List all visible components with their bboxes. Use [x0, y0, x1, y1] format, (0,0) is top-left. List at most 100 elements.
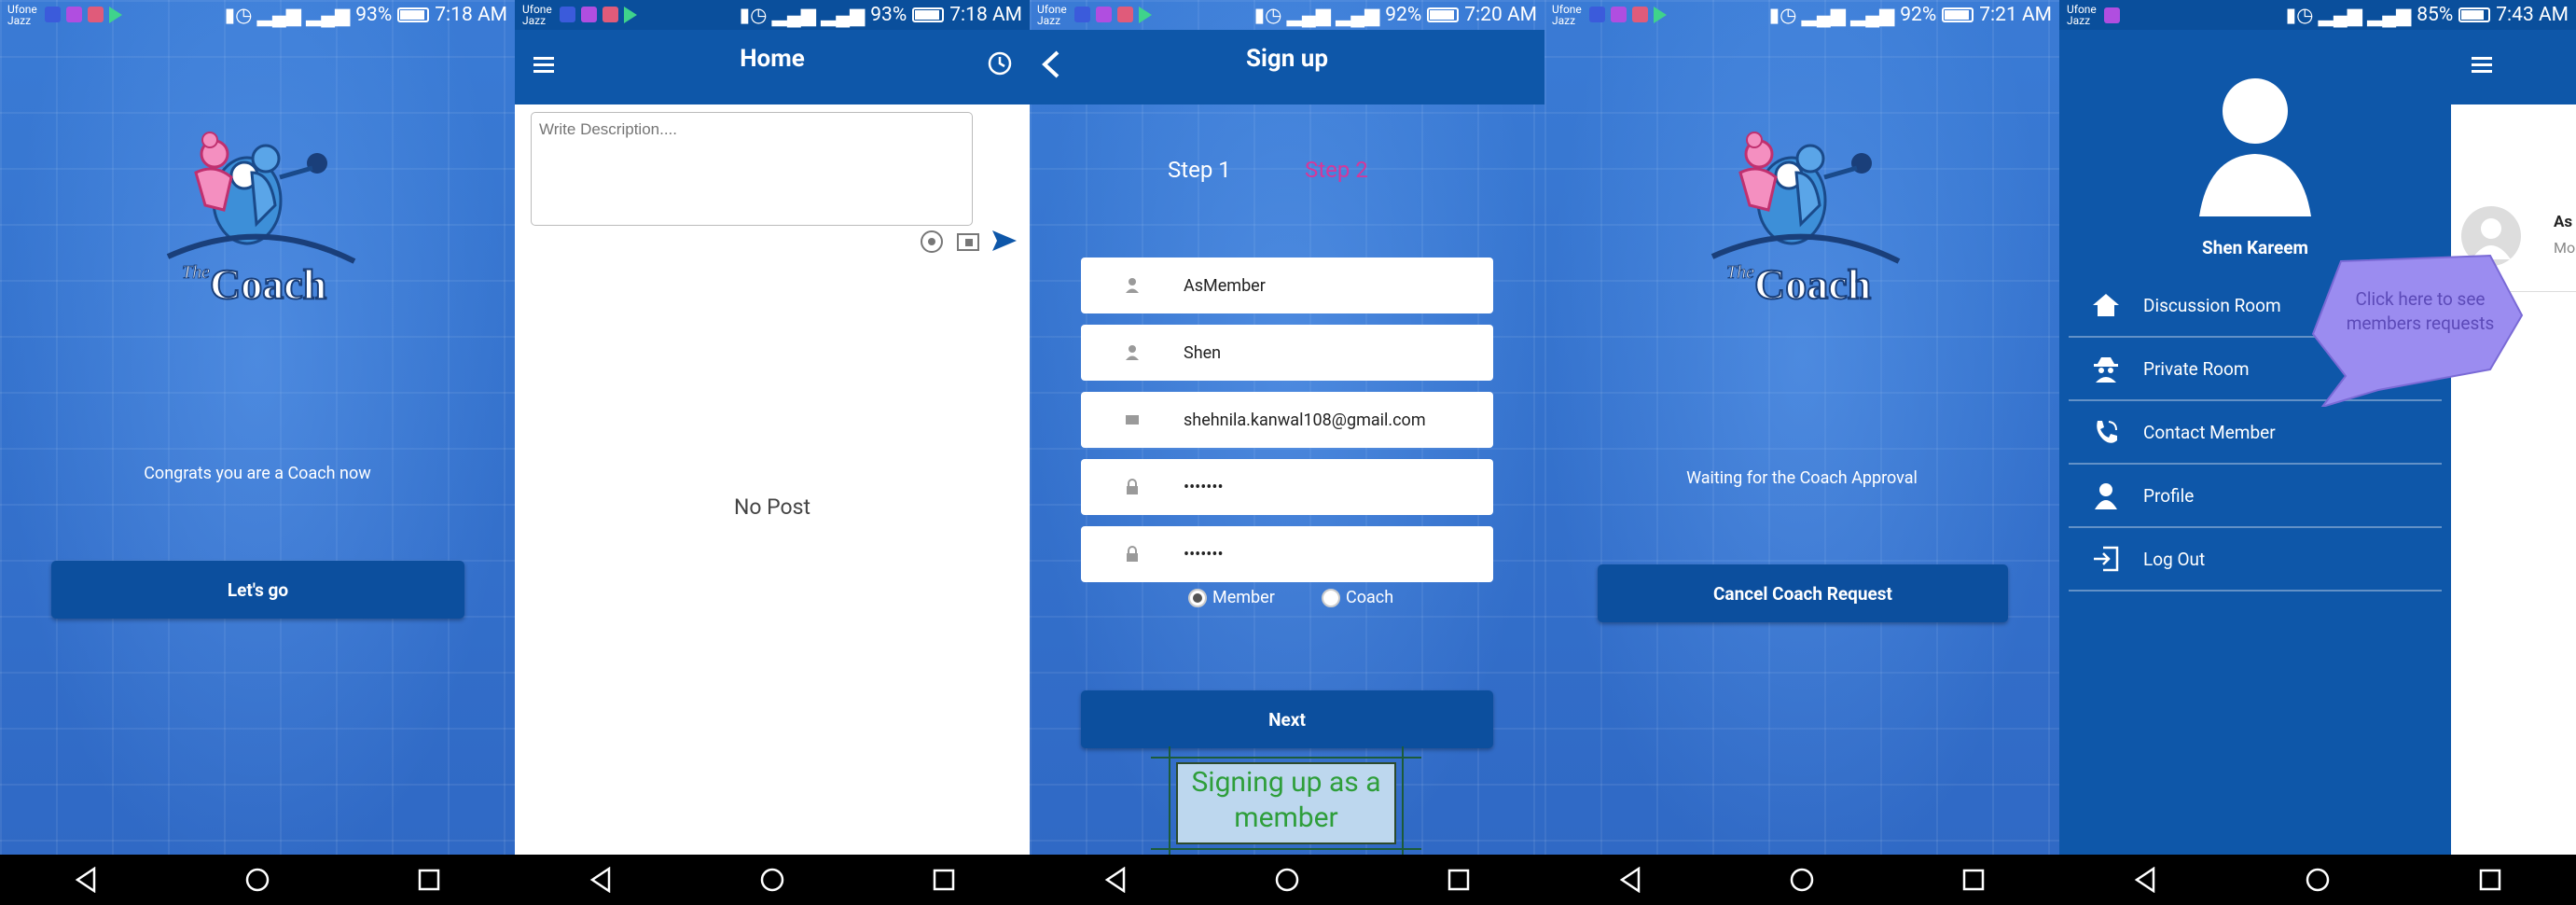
- name-value: Shen: [1184, 342, 1222, 363]
- home-nav-icon[interactable]: [2304, 866, 2332, 894]
- notification-icons: [2104, 7, 2120, 23]
- status-bar: Ufone Jazz ▮◷ ▂▄▆ ▂▄▆ 93% 7:18 AM: [515, 0, 1030, 30]
- back-icon[interactable]: [1101, 866, 1129, 894]
- radio-coach[interactable]: Coach: [1322, 588, 1393, 607]
- app-icon: [66, 7, 82, 22]
- home-nav-icon[interactable]: [243, 866, 271, 894]
- battery-percent: 93%: [355, 4, 393, 26]
- menu-item-log-out[interactable]: Log Out: [2069, 528, 2442, 592]
- carrier-label: Ufone Jazz: [1552, 3, 1582, 27]
- screen-home: Ufone Jazz ▮◷ ▂▄▆ ▂▄▆ 93% 7:18 AM Home N…: [515, 0, 1030, 905]
- cancel-coach-request-button[interactable]: Cancel Coach Request: [1598, 564, 2008, 622]
- signal-icons: ▮◷ ▂▄▆ ▂▄▆: [1768, 4, 1895, 27]
- image-attach-icon[interactable]: [956, 231, 980, 256]
- status-message: Congrats you are a Coach now: [144, 464, 371, 483]
- back-icon[interactable]: [72, 866, 100, 894]
- battery-icon: [1427, 7, 1460, 22]
- logout-icon: [2069, 545, 2143, 573]
- person-icon: [1081, 277, 1184, 294]
- home-nav-icon[interactable]: [1273, 866, 1301, 894]
- signal-icons: ▮◷ ▂▄▆ ▂▄▆: [2285, 4, 2412, 27]
- mail-icon: [1117, 7, 1133, 22]
- camera-icon[interactable]: [920, 230, 944, 258]
- system-nav-bar: [1544, 855, 2059, 905]
- email-icon: [1081, 414, 1184, 425]
- hamburger-menu-icon[interactable]: [2472, 56, 2494, 78]
- lock-icon: [1081, 546, 1184, 563]
- facebook-icon: [45, 7, 61, 22]
- system-nav-bar: [2059, 855, 2576, 905]
- home-icon: [2069, 292, 2143, 318]
- screen-coach-congrats: Ufone Jazz ▮◷ ▂▄▆ ▂▄▆ 93% 7:18 AM Congra…: [0, 0, 515, 905]
- menu-item-contact-member[interactable]: Contact Member: [2069, 401, 2442, 465]
- battery-percent: 85%: [2417, 4, 2454, 26]
- app-icon: [581, 7, 597, 22]
- lock-icon: [1081, 479, 1184, 495]
- annotation-sign: Signing up as a member: [1151, 746, 1421, 858]
- annotation-text: Signing up as a member: [1191, 766, 1381, 834]
- username-value: AsMember: [1184, 275, 1266, 296]
- email-field[interactable]: shehnila.kanwal108@gmail.com: [1081, 392, 1493, 448]
- battery-percent: 93%: [870, 4, 907, 26]
- carrier-label: Ufone Jazz: [1037, 3, 1067, 27]
- recents-icon[interactable]: [1445, 866, 1473, 894]
- app-icon: [1096, 7, 1112, 22]
- confirm-password-field[interactable]: •••••••: [1081, 526, 1493, 582]
- app-icon: [1611, 7, 1627, 22]
- carrier-label: Ufone Jazz: [522, 3, 552, 27]
- page-title: Home: [740, 45, 805, 73]
- next-button[interactable]: Next: [1081, 690, 1493, 748]
- clock: 7:18 AM: [435, 4, 507, 26]
- app-bar: [2451, 30, 2576, 104]
- recents-icon[interactable]: [1960, 866, 1987, 894]
- step-1-label: Step 1: [1168, 157, 1231, 183]
- password-field[interactable]: •••••••: [1081, 459, 1493, 515]
- signal-icons: ▮◷ ▂▄▆ ▂▄▆: [1253, 4, 1380, 27]
- radio-member[interactable]: Member: [1188, 588, 1275, 607]
- signal-icons: ▮◷ ▂▄▆ ▂▄▆: [739, 4, 866, 27]
- page-title: Sign up: [1246, 45, 1328, 73]
- menu-label: Profile: [2143, 484, 2195, 507]
- system-nav-bar: [1030, 855, 1544, 905]
- play-store-icon: [1654, 7, 1667, 23]
- status-bar: Ufone Jazz ▮◷ ▂▄▆ ▂▄▆ 92% 7:20 AM: [1030, 0, 1544, 30]
- recents-icon[interactable]: [930, 866, 958, 894]
- menu-item-profile[interactable]: Profile: [2069, 465, 2442, 528]
- back-icon[interactable]: [1616, 866, 1644, 894]
- facebook-icon: [1589, 7, 1605, 22]
- home-nav-icon[interactable]: [1788, 866, 1816, 894]
- app-icon: [2104, 7, 2120, 23]
- play-store-icon: [624, 7, 637, 23]
- radio-unchecked-icon: [1322, 588, 1340, 607]
- battery-icon: [912, 7, 945, 22]
- back-icon[interactable]: [2131, 866, 2159, 894]
- username-field[interactable]: AsMember: [1081, 258, 1493, 313]
- back-icon[interactable]: [587, 866, 615, 894]
- radio-checked-icon: [1188, 588, 1207, 607]
- peek-name: As: [2554, 213, 2573, 231]
- person-icon: [1081, 344, 1184, 361]
- status-bar: Ufone Jazz ▮◷ ▂▄▆ ▂▄▆ 92% 7:21 AM: [1544, 0, 2059, 30]
- description-input[interactable]: [531, 112, 973, 226]
- mail-icon: [602, 7, 618, 22]
- send-icon[interactable]: [990, 229, 1018, 257]
- email-value: shehnila.kanwal108@gmail.com: [1184, 410, 1426, 430]
- app-bar: Sign up: [1030, 30, 1544, 104]
- history-icon[interactable]: [987, 50, 1013, 80]
- spy-icon: [2069, 355, 2143, 383]
- person-icon: [2069, 481, 2143, 509]
- home-nav-icon[interactable]: [758, 866, 786, 894]
- lets-go-button[interactable]: Let's go: [51, 561, 464, 619]
- confirm-password-value: •••••••: [1184, 544, 1224, 564]
- menu-label: Discussion Room: [2143, 294, 2281, 316]
- phone-icon: [2069, 418, 2143, 446]
- recents-icon[interactable]: [2476, 866, 2504, 894]
- name-field[interactable]: Shen: [1081, 325, 1493, 381]
- radio-member-label: Member: [1212, 588, 1275, 607]
- play-store-icon: [109, 7, 122, 23]
- carrier-label: Ufone Jazz: [2067, 3, 2097, 27]
- battery-icon: [397, 7, 430, 22]
- mail-icon: [1632, 7, 1648, 22]
- recents-icon[interactable]: [415, 866, 443, 894]
- menu-label: Log Out: [2143, 548, 2206, 570]
